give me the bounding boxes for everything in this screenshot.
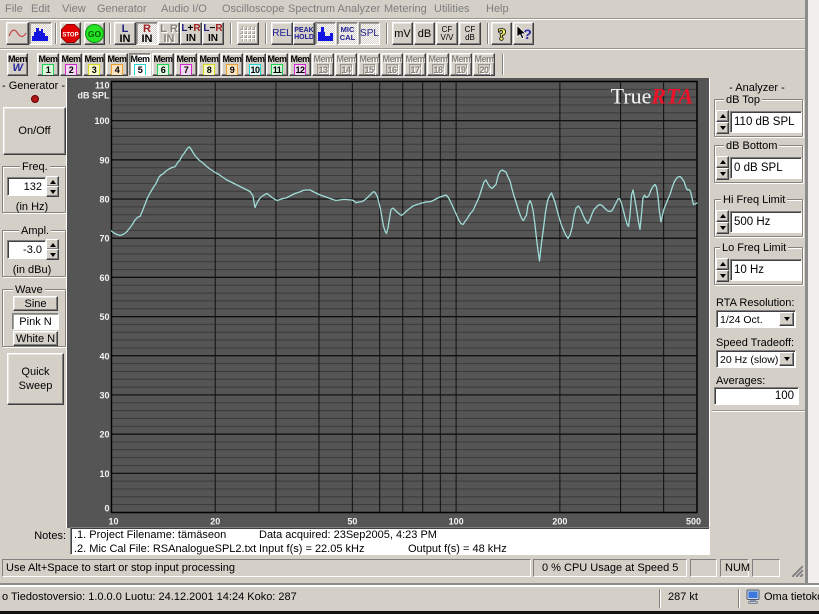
svg-text:200: 200	[552, 517, 567, 527]
svg-text:90: 90	[99, 155, 109, 165]
svg-text:TrueRTA: TrueRTA	[611, 84, 693, 109]
svg-text:70: 70	[99, 234, 109, 244]
svg-text:500: 500	[686, 517, 701, 527]
svg-text:50: 50	[99, 312, 109, 322]
svg-text:80: 80	[99, 195, 109, 205]
svg-text:GO: GO	[88, 29, 102, 39]
svg-text:50: 50	[347, 517, 357, 527]
svg-text:40: 40	[99, 351, 109, 361]
svg-text:100: 100	[94, 116, 109, 126]
svg-text:10: 10	[99, 469, 109, 479]
svg-text:10: 10	[108, 517, 118, 527]
svg-text:30: 30	[99, 391, 109, 401]
svg-text:60: 60	[99, 273, 109, 283]
svg-text:110: 110	[95, 81, 110, 91]
svg-text:100: 100	[449, 517, 464, 527]
svg-text:20: 20	[99, 430, 109, 440]
svg-text:dB SPL: dB SPL	[77, 91, 110, 101]
svg-text:20: 20	[210, 517, 220, 527]
svg-text:?: ?	[497, 25, 506, 43]
svg-text:0: 0	[104, 504, 109, 514]
svg-text:STOP: STOP	[62, 33, 78, 39]
